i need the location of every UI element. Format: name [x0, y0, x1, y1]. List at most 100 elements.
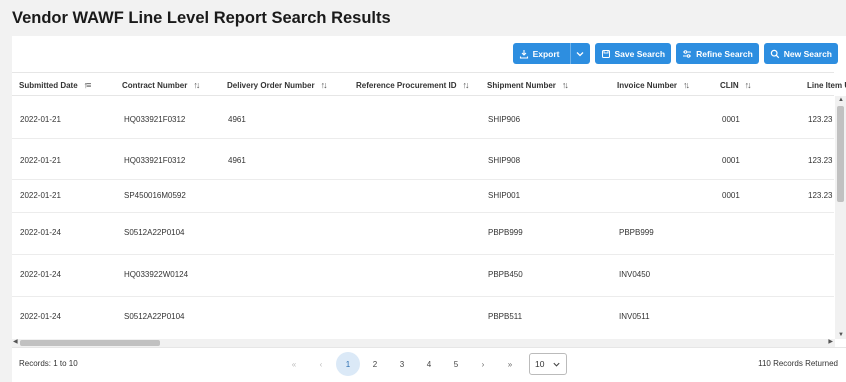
table-footer: Records: 1 to 10 « ‹ 1 2 3 4 5 › » 10 11…	[12, 347, 846, 382]
previous-page-button[interactable]: ‹	[309, 352, 333, 376]
table-row[interactable]: 2022-01-24 HQ033922W0124 PBPB450 INV0450	[12, 255, 834, 297]
column-header-label: Shipment Number	[487, 80, 556, 90]
save-search-label: Save Search	[614, 48, 666, 59]
table-row[interactable]: 2022-01-24 S0512A22P0104 PBPB999 PBPB999	[12, 213, 834, 255]
column-header-contract-number[interactable]: Contract Number ↑↓	[122, 73, 200, 97]
search-icon	[770, 49, 780, 58]
table-body: 2022-01-21 HQ033921F0312 4961 SHIP906 00…	[12, 96, 834, 339]
results-card: Export Save Search Refine Search New Sea…	[12, 36, 846, 382]
table-row[interactable]: 2022-01-21 SP450016M0592 SHIP001 0001 12…	[12, 180, 834, 213]
page-size-select[interactable]: 10	[529, 353, 567, 375]
last-page-button[interactable]: »	[498, 352, 522, 376]
horizontal-scrollbar[interactable]: ◀ ▶	[12, 339, 835, 347]
chevron-down-icon	[553, 362, 560, 367]
page-5-button[interactable]: 5	[444, 352, 468, 376]
sort-icon[interactable]: ↑↓	[562, 80, 569, 90]
cell-shipment-number: PBPB450	[488, 270, 523, 279]
export-dropdown-toggle[interactable]	[569, 43, 590, 64]
save-search-button[interactable]: Save Search	[594, 43, 672, 64]
pagination: « ‹ 1 2 3 4 5 › » 10	[282, 352, 567, 376]
scroll-down-arrow-icon[interactable]: ▼	[838, 332, 844, 338]
page-1-button[interactable]: 1	[336, 352, 360, 376]
records-total: 110 Records Returned	[758, 359, 838, 368]
vertical-scroll-thumb[interactable]	[837, 106, 844, 202]
cell-submitted-date: 2022-01-24	[20, 270, 61, 279]
cell-contract-number: S0512A22P0104	[124, 312, 185, 321]
column-header-reference-procurement-id[interactable]: Reference Procurement ID ↑↓	[356, 73, 469, 97]
table-row[interactable]: 2022-01-21 HQ033921F0312 4961 SHIP908 00…	[12, 139, 834, 180]
export-label: Export	[532, 48, 560, 59]
table-header: Submitted Date ↑≡ Contract Number ↑↓ Deliv…	[12, 72, 846, 97]
sort-icon[interactable]: ↑↓	[745, 80, 752, 90]
horizontal-scroll-thumb[interactable]	[20, 340, 160, 346]
cell-shipment-number: PBPB511	[488, 312, 523, 321]
cell-submitted-date: 2022-01-24	[20, 228, 61, 237]
download-icon	[519, 49, 528, 59]
cell-submitted-date: 2022-01-21	[20, 156, 61, 165]
cell-submitted-date: 2022-01-21	[20, 115, 61, 124]
cell-line-item: 123.23	[808, 156, 833, 165]
column-header-label: CLIN	[720, 80, 739, 90]
scroll-up-arrow-icon[interactable]: ▲	[838, 97, 844, 103]
save-icon	[601, 49, 610, 58]
column-header-line-item[interactable]: Line Item U	[807, 73, 846, 97]
cell-line-item: 123.23	[808, 115, 833, 124]
export-button[interactable]: Export	[512, 43, 590, 64]
sliders-icon	[683, 49, 692, 58]
cell-delivery-order-number: 4961	[228, 115, 246, 124]
column-header-delivery-order-number[interactable]: Delivery Order Number ↑↓	[227, 73, 328, 97]
cell-contract-number: HQ033922W0124	[124, 270, 189, 279]
column-header-label: Submitted Date	[19, 80, 78, 90]
new-search-label: New Search	[783, 48, 832, 59]
table-row[interactable]: 2022-01-24 S0512A22P0104 PBPB511 INV0511	[12, 297, 834, 339]
toolbar: Export Save Search Refine Search New Sea…	[512, 43, 838, 64]
cell-line-item: 123.23	[808, 191, 833, 200]
new-search-button[interactable]: New Search	[763, 43, 838, 64]
column-header-label: Reference Procurement ID	[356, 80, 457, 90]
next-page-button[interactable]: ›	[471, 352, 495, 376]
cell-submitted-date: 2022-01-21	[20, 191, 61, 200]
cell-clin: 0001	[722, 191, 740, 200]
column-header-label: Contract Number	[122, 80, 188, 90]
cell-clin: 0001	[722, 156, 740, 165]
chevron-down-icon	[576, 51, 584, 56]
cell-invoice-number: INV0450	[619, 270, 651, 279]
sort-icon[interactable]: ↑↓	[683, 80, 690, 90]
column-header-invoice-number[interactable]: Invoice Number ↑↓	[617, 73, 690, 97]
cell-clin: 0001	[722, 115, 740, 124]
cell-submitted-date: 2022-01-24	[20, 312, 61, 321]
column-header-label: Delivery Order Number	[227, 80, 315, 90]
cell-invoice-number: INV0511	[619, 312, 650, 321]
column-header-label: Line Item U	[807, 80, 846, 90]
page-2-button[interactable]: 2	[363, 352, 387, 376]
records-range: Records: 1 to 10	[19, 359, 78, 368]
page-3-button[interactable]: 3	[390, 352, 414, 376]
first-page-button[interactable]: «	[282, 352, 306, 376]
cell-contract-number: SP450016M0592	[124, 191, 186, 200]
refine-search-button[interactable]: Refine Search	[676, 43, 759, 64]
scroll-left-arrow-icon[interactable]: ◀	[13, 338, 18, 345]
page-title: Vendor WAWF Line Level Report Search Res…	[12, 9, 391, 27]
column-header-submitted-date[interactable]: Submitted Date ↑≡	[19, 73, 92, 97]
sort-icon[interactable]: ↑↓	[193, 80, 200, 90]
cell-shipment-number: PBPB999	[488, 228, 523, 237]
sort-icon[interactable]: ↑↓	[462, 80, 469, 90]
scroll-right-arrow-icon[interactable]: ▶	[828, 338, 833, 345]
column-header-clin[interactable]: CLIN ↑↓	[720, 73, 752, 97]
vertical-scrollbar[interactable]: ▲ ▼	[835, 96, 846, 339]
cell-shipment-number: SHIP906	[488, 115, 521, 124]
refine-search-label: Refine Search	[696, 48, 753, 59]
cell-contract-number: HQ033921F0312	[124, 115, 186, 124]
cell-contract-number: S0512A22P0104	[124, 228, 185, 237]
page-4-button[interactable]: 4	[417, 352, 441, 376]
cell-shipment-number: SHIP001	[488, 191, 521, 200]
page-size-value: 10	[535, 359, 545, 369]
sort-ascending-icon[interactable]: ↑≡	[84, 80, 92, 90]
cell-shipment-number: SHIP908	[488, 156, 521, 165]
cell-delivery-order-number: 4961	[228, 156, 246, 165]
cell-invoice-number: PBPB999	[619, 228, 654, 237]
column-header-shipment-number[interactable]: Shipment Number ↑↓	[487, 73, 569, 97]
column-header-label: Invoice Number	[617, 80, 678, 90]
sort-icon[interactable]: ↑↓	[321, 80, 328, 90]
table-row[interactable]: 2022-01-21 HQ033921F0312 4961 SHIP906 00…	[12, 96, 834, 139]
